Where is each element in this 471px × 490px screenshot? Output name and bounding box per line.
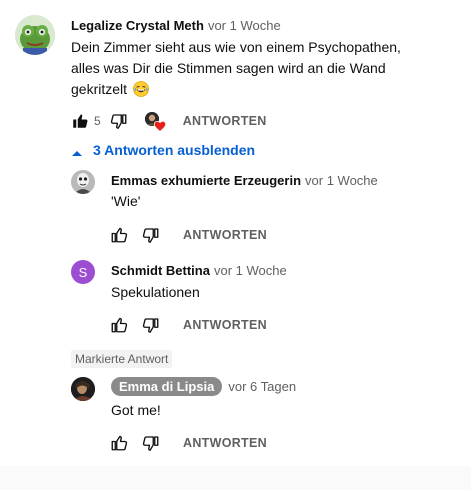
toggle-replies-button[interactable]: 3 Antworten ausblenden	[71, 142, 255, 158]
reply-1-text: 'Wie'	[111, 193, 141, 209]
comment-time[interactable]: vor 1 Woche	[208, 18, 281, 33]
avatar-main-comment[interactable]	[15, 15, 55, 55]
frog-avatar-icon	[15, 15, 55, 55]
reply-2-header: Schmidt Bettina vor 1 Woche	[111, 262, 287, 280]
creator-heart-icon	[143, 111, 167, 133]
reply-time[interactable]: vor 1 Woche	[214, 263, 287, 278]
comment-text-line-last: gekritzelt	[71, 79, 461, 100]
bw-portrait-avatar-icon	[71, 170, 95, 194]
bottom-fade-strip	[0, 466, 471, 490]
reply-time[interactable]: vor 6 Tagen	[228, 379, 296, 394]
reply-3-header: Emma di Lipsia vor 6 Tagen	[111, 377, 296, 396]
pinned-reply-label: Markierte Antwort	[71, 350, 173, 368]
reply-author[interactable]: Schmidt Bettina	[111, 263, 210, 278]
thumbs-up-icon[interactable]	[109, 433, 129, 453]
reply-3-actions: ANTWORTEN	[109, 431, 267, 455]
toggle-replies-label: 3 Antworten ausblenden	[93, 142, 256, 158]
like-count: 5	[94, 114, 101, 128]
avatar-reply-3[interactable]	[71, 377, 95, 401]
reply-2-actions: ANTWORTEN	[109, 313, 267, 337]
thumbs-up-filled-icon[interactable]	[70, 111, 90, 131]
main-comment-actions: 5 ANTWORTEN	[70, 109, 267, 133]
thumbs-up-icon[interactable]	[109, 225, 129, 245]
avatar-reply-2[interactable]: S	[71, 260, 95, 284]
reply-2-text: Spekulationen	[111, 284, 200, 300]
reply-1-actions: ANTWORTEN	[109, 223, 267, 247]
reply-time[interactable]: vor 1 Woche	[305, 173, 378, 188]
reply-button[interactable]: ANTWORTEN	[183, 228, 267, 242]
creator-name-badge[interactable]: Emma di Lipsia	[111, 377, 223, 396]
avatar-letter: S	[78, 264, 88, 280]
comment-text-line: alles was Dir die Stimmen sagen wird an …	[71, 60, 386, 76]
thumbs-down-icon[interactable]	[109, 111, 129, 131]
reply-button[interactable]: ANTWORTEN	[183, 436, 267, 450]
thumbs-down-icon[interactable]	[141, 315, 161, 335]
comment-text-line: Dein Zimmer sieht aus wie von einem Psyc…	[71, 39, 401, 55]
thumbs-down-icon[interactable]	[141, 225, 161, 245]
dark-portrait-avatar-icon	[71, 377, 95, 401]
main-comment-header: Legalize Crystal Meth vor 1 Woche	[71, 17, 281, 35]
thumbs-up-icon[interactable]	[109, 315, 129, 335]
reply-button[interactable]: ANTWORTEN	[183, 318, 267, 332]
main-comment-text: Dein Zimmer sieht aus wie von einem Psyc…	[71, 37, 461, 100]
thumbs-down-icon[interactable]	[141, 433, 161, 453]
comment-author[interactable]: Legalize Crystal Meth	[71, 18, 204, 33]
avatar-reply-1[interactable]	[71, 170, 95, 194]
reply-author[interactable]: Emmas exhumierte Erzeugerin	[111, 173, 301, 188]
comment-text-fragment: gekritzelt	[71, 81, 128, 97]
chevron-up-icon	[71, 145, 83, 156]
reply-button[interactable]: ANTWORTEN	[183, 114, 267, 128]
laughing-emoji-icon	[133, 81, 149, 97]
heart-icon	[153, 119, 166, 137]
reply-3-text: Got me!	[111, 402, 161, 418]
reply-1-header: Emmas exhumierte Erzeugerin vor 1 Woche	[111, 172, 378, 190]
